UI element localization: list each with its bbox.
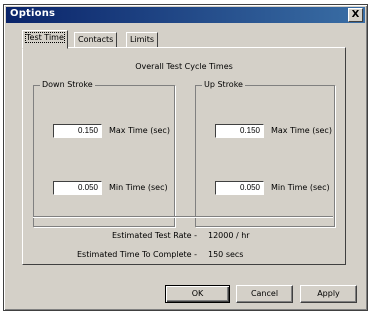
tab-test-time-label: Test Time [25, 32, 65, 43]
up-stroke-group: Up Stroke [195, 80, 335, 227]
estimated-time-label: Estimated Time To Complete - [76, 250, 197, 259]
tab-contacts-label: Contacts [78, 35, 114, 44]
down-max-time-input[interactable]: 0.150 [53, 124, 102, 138]
estimated-rate-label: Estimated Test Rate - [111, 231, 197, 240]
dialog-title: Options [10, 8, 56, 19]
down-min-time-input[interactable]: 0.050 [53, 181, 102, 195]
panel-heading: Overall Test Cycle Times [135, 62, 233, 71]
up-max-time-label: Max Time (sec) [271, 126, 332, 135]
down-stroke-group: Down Stroke [33, 80, 175, 227]
down-max-time-label: Max Time (sec) [109, 126, 170, 135]
cancel-button[interactable]: Cancel [236, 285, 293, 303]
close-button[interactable]: X [348, 8, 363, 22]
tab-limits[interactable]: Limits [126, 32, 158, 48]
tab-limits-label: Limits [130, 35, 154, 44]
up-stroke-label: Up Stroke [202, 80, 245, 89]
tab-test-time[interactable]: Test Time [22, 30, 68, 49]
test-time-panel: Overall Test Cycle Times Down Stroke Up … [22, 47, 346, 265]
up-min-time-input[interactable]: 0.050 [215, 181, 264, 195]
down-min-time-label: Min Time (sec) [109, 183, 168, 192]
up-min-time-label: Min Time (sec) [271, 183, 330, 192]
ok-button[interactable]: OK [165, 285, 230, 303]
estimated-rate-value: 12000 / hr [208, 231, 250, 240]
up-max-time-input[interactable]: 0.150 [215, 124, 264, 138]
tab-contacts[interactable]: Contacts [74, 32, 118, 48]
title-bar[interactable]: Options X [6, 7, 365, 23]
apply-button[interactable]: Apply [300, 285, 357, 303]
estimated-time-value: 150 secs [208, 250, 244, 259]
panel-divider [33, 216, 333, 218]
down-stroke-label: Down Stroke [40, 80, 95, 89]
